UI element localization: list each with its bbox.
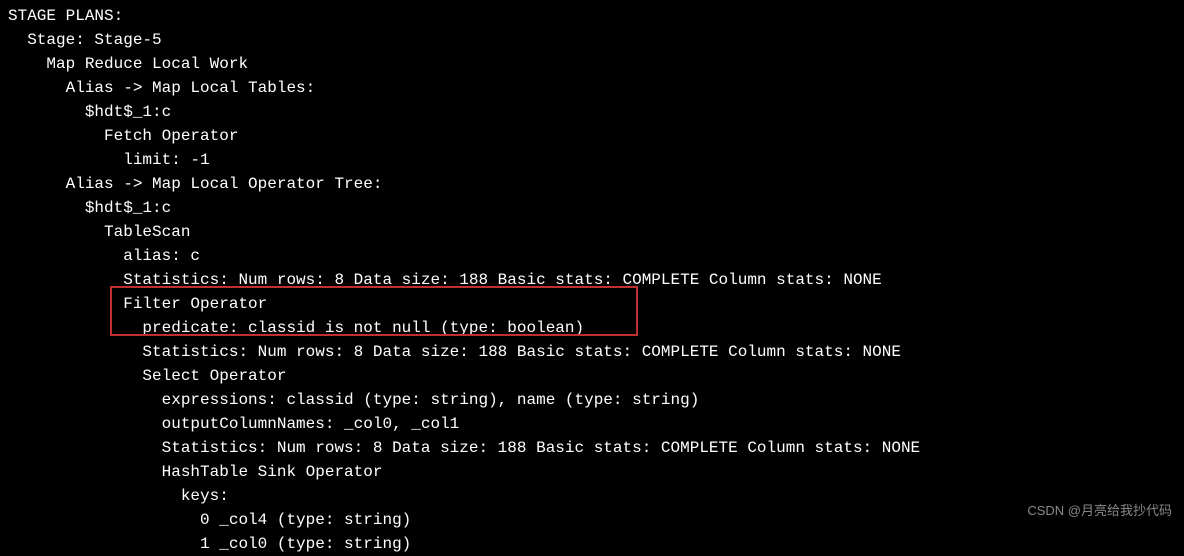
- terminal-line: alias: c: [8, 244, 1176, 268]
- terminal-line: 1 _col0 (type: string): [8, 532, 1176, 556]
- terminal-line: Fetch Operator: [8, 124, 1176, 148]
- terminal-line: Statistics: Num rows: 8 Data size: 188 B…: [8, 268, 1176, 292]
- terminal-line: expressions: classid (type: string), nam…: [8, 388, 1176, 412]
- terminal-line: Select Operator: [8, 364, 1176, 388]
- terminal-line: $hdt$_1:c: [8, 100, 1176, 124]
- terminal-line: Statistics: Num rows: 8 Data size: 188 B…: [8, 436, 1176, 460]
- terminal-line: TableScan: [8, 220, 1176, 244]
- terminal-line: Stage: Stage-5: [8, 28, 1176, 52]
- terminal-line: Filter Operator: [8, 292, 1176, 316]
- terminal-line: outputColumnNames: _col0, _col1: [8, 412, 1176, 436]
- terminal-line: Alias -> Map Local Tables:: [8, 76, 1176, 100]
- terminal-line: keys:: [8, 484, 1176, 508]
- terminal-line: Statistics: Num rows: 8 Data size: 188 B…: [8, 340, 1176, 364]
- terminal-line: $hdt$_1:c: [8, 196, 1176, 220]
- terminal-line: HashTable Sink Operator: [8, 460, 1176, 484]
- terminal-line: 0 _col4 (type: string): [8, 508, 1176, 532]
- terminal-line: Map Reduce Local Work: [8, 52, 1176, 76]
- terminal-output: STAGE PLANS:Stage: Stage-5Map Reduce Loc…: [8, 4, 1176, 556]
- terminal-line: STAGE PLANS:: [8, 4, 1176, 28]
- terminal-line: limit: -1: [8, 148, 1176, 172]
- watermark: CSDN @月亮给我抄代码: [1027, 501, 1172, 521]
- terminal-line: predicate: classid is not null (type: bo…: [8, 316, 1176, 340]
- terminal-line: Alias -> Map Local Operator Tree:: [8, 172, 1176, 196]
